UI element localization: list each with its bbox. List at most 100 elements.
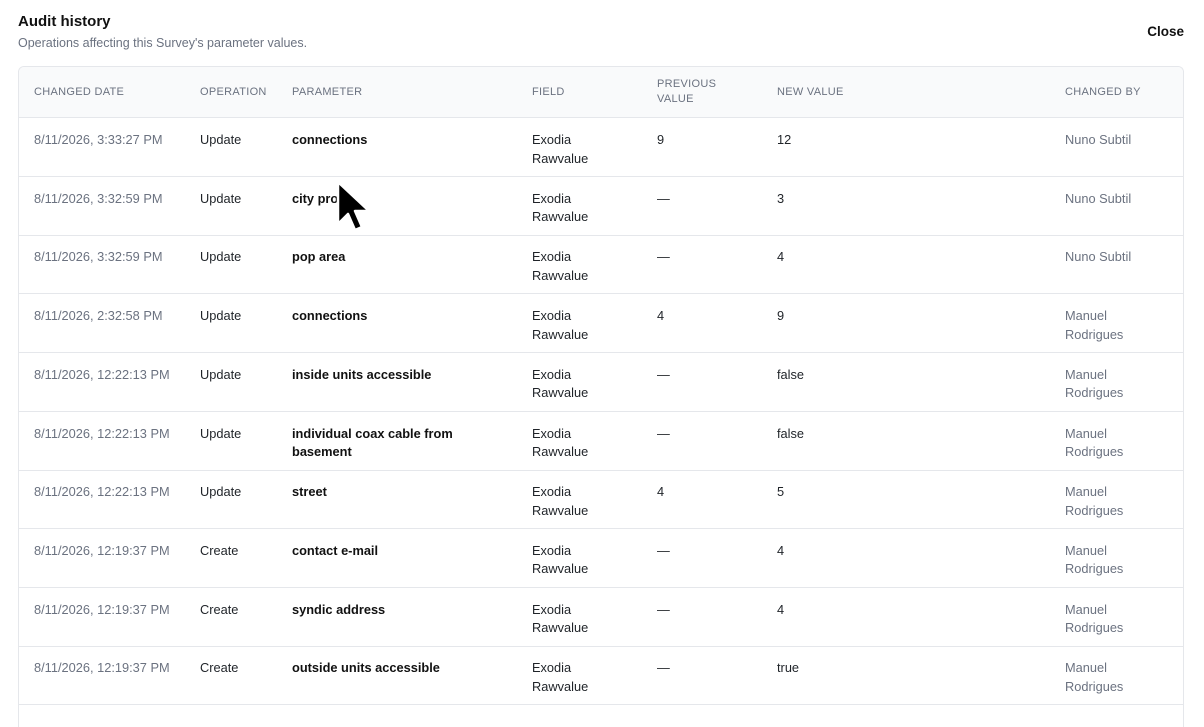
- header-operation[interactable]: OPERATION: [200, 85, 267, 100]
- cell-changed-by-text: Nuno Subtil: [1065, 190, 1132, 206]
- cell-new-value-text: 4: [777, 249, 785, 265]
- table-row[interactable]: 8/11/2026, 12:22:13 PM Update inside units…: [19, 353, 1183, 412]
- header-parameter[interactable]: PARAMETER: [292, 85, 362, 100]
- cell-parameter: inside units accessible: [292, 366, 492, 385]
- header-previous-value[interactable]: PREVIOUS VALUE: [657, 77, 716, 107]
- cell-parameter: street: [292, 483, 492, 502]
- cell-changed-by-text: Rodrigues: [1065, 678, 1124, 694]
- cell-field: Exodia Rawvalue: [532, 483, 632, 520]
- header-field[interactable]: FIELD: [532, 85, 565, 100]
- close-button[interactable]: Close: [1147, 22, 1184, 41]
- cell-operation-text: Update: [200, 425, 242, 441]
- cell-parameter: contact e-mail: [292, 542, 492, 561]
- cell-field-text: Exodia: [532, 425, 572, 441]
- cell-parameter-text: connections: [292, 132, 368, 147]
- cell-parameter-text: individual coax cable from basement: [292, 425, 453, 460]
- cell-changed-by-text: Manuel: [1065, 425, 1107, 441]
- cell-field: Exodia Rawvalue: [532, 131, 632, 168]
- cell-changed-by: Manuel Rodrigues: [1065, 601, 1175, 638]
- cell-operation-text: Create: [200, 660, 239, 676]
- cell-operation: Update: [200, 425, 280, 444]
- table-row[interactable]: 8/11/2026, 12:22:13 PM Update street Exodia…: [19, 470, 1183, 530]
- cell-operation: Create: [200, 601, 280, 620]
- cell-operation: Update: [200, 483, 280, 502]
- cell-changed-date: 8/11/2026, 12:19:37 PM: [34, 659, 194, 678]
- cell-field-text: Rawvalue: [532, 444, 589, 459]
- cell-changed-date-text: 8/11/2026, 12:19:37 PM: [34, 601, 170, 617]
- cell-changed-by: Nuno Subtil: [1065, 190, 1175, 209]
- cell-changed-by: Manuel Rodrigues: [1065, 425, 1175, 462]
- table-row[interactable]: 8/11/2026, 3:33:27 PM Update connections Ex…: [19, 118, 1183, 177]
- header-changed-by[interactable]: CHANGED BY: [1065, 85, 1141, 100]
- cell-changed-by: Manuel Rodrigues: [1065, 307, 1175, 344]
- cell-changed-by-text: Nuno Subtil: [1065, 249, 1132, 265]
- cell-operation-text: Create: [200, 601, 239, 617]
- cell-field-text: Rawvalue: [532, 385, 589, 401]
- cell-field-text: Rawvalue: [532, 326, 589, 342]
- cell-field: Exodia Rawvalue: [532, 425, 632, 462]
- cell-changed-by-text: Rodrigues: [1065, 385, 1124, 401]
- cell-parameter: individual coax cable from basement: [292, 425, 492, 462]
- cell-field-text: Rawvalue: [532, 502, 589, 518]
- cell-field: Exodia Rawvalue: [532, 307, 632, 344]
- cell-operation: Update: [200, 131, 280, 150]
- cell-changed-date: 8/11/2026, 3:32:59 PM: [34, 190, 194, 209]
- cell-previous-value: —: [657, 601, 757, 620]
- cell-field: Exodia Rawvalue: [532, 542, 632, 579]
- cell-operation: Update: [200, 190, 280, 209]
- cell-field-text: Exodia: [532, 190, 572, 206]
- cell-operation: Update: [200, 248, 280, 267]
- cell-field-text: Rawvalue: [532, 209, 589, 225]
- cell-changed-by-text: Rodrigues: [1065, 561, 1124, 577]
- cell-previous-value-text: —: [657, 425, 670, 441]
- cell-operation-text: Update: [200, 190, 242, 206]
- cell-parameter-text: contact e-mail: [292, 542, 379, 558]
- cell-changed-by-text: Manuel: [1065, 484, 1107, 500]
- cell-new-value: 3: [777, 190, 1037, 209]
- cell-changed-by: Nuno Subtil: [1065, 131, 1175, 150]
- cell-changed-by: Nuno Subtil: [1065, 248, 1175, 267]
- cell-parameter-text: inside units accessible: [292, 366, 432, 382]
- table-row[interactable]: 8/11/2026, 3:32:59 PM Update city pro Exodi…: [19, 177, 1183, 236]
- cell-parameter: city pro: [292, 190, 492, 209]
- cell-changed-by-text: Rodrigues: [1065, 326, 1124, 342]
- header-new-value[interactable]: NEW VALUE: [777, 85, 844, 100]
- cell-changed-by-text: Manuel: [1065, 660, 1107, 676]
- cell-changed-date-text: 8/11/2026, 3:32:59 PM: [34, 249, 163, 265]
- cell-field: Exodia Rawvalue: [532, 190, 632, 227]
- table-row[interactable]: 8/11/2026, 12:22:13 PM Update individual c…: [19, 412, 1183, 471]
- cell-changed-date: 8/11/2026, 3:32:59 PM: [34, 248, 194, 267]
- cell-changed-date-text: 8/11/2026, 12:22:13 PM: [34, 366, 170, 382]
- cell-field-text: Exodia: [532, 249, 572, 265]
- cell-field-text: Rawvalue: [532, 267, 589, 283]
- table-row[interactable]: 8/11/2026, 12:19:37 PM Create outside unit…: [19, 646, 1183, 706]
- cell-new-value-text: 9: [777, 308, 785, 324]
- cell-operation-text: Update: [200, 484, 242, 500]
- table-row[interactable]: 8/11/2026, 12:19:37 PM Create contact e-ma…: [19, 529, 1183, 588]
- cell-previous-value-text: —: [657, 601, 670, 617]
- cell-parameter: connections: [292, 131, 492, 150]
- cell-changed-by-text: Nuno Subtil: [1065, 132, 1132, 147]
- cell-field-text: Exodia: [532, 484, 572, 500]
- cell-changed-date: 8/11/2026, 12:19:37 PM: [34, 542, 194, 561]
- cell-previous-value-text: —: [657, 660, 670, 676]
- cell-new-value-text: 12: [777, 132, 792, 147]
- cell-operation-text: Update: [200, 366, 242, 382]
- cell-changed-by-text: Manuel: [1065, 366, 1107, 382]
- cell-changed-date-text: 8/11/2026, 12:22:13 PM: [34, 484, 170, 500]
- cell-changed-date-text: 8/11/2026, 3:33:27 PM: [34, 132, 163, 147]
- cell-new-value: 4: [777, 542, 1037, 561]
- dialog-title: Audit history: [18, 13, 111, 30]
- cell-operation-text: Update: [200, 132, 242, 147]
- table-row[interactable]: 8/11/2026, 12:19:37 PM Create syndic addre…: [19, 588, 1183, 647]
- table-row[interactable]: 8/11/2026, 3:32:59 PM Update pop area Exodi…: [19, 235, 1183, 295]
- cell-parameter-text: city pro: [292, 190, 339, 206]
- cell-field-text: Rawvalue: [532, 620, 589, 636]
- header-changed-date[interactable]: CHANGED DATE: [34, 85, 124, 100]
- cell-field-text: Exodia: [532, 308, 572, 324]
- table-row[interactable]: 8/11/2026, 2:32:58 PM Update connections Ex…: [19, 294, 1183, 354]
- cell-new-value: 4: [777, 248, 1037, 267]
- cell-previous-value-text: —: [657, 249, 670, 265]
- dialog-subtitle: Operations affecting this Survey's param…: [18, 36, 308, 50]
- cell-changed-date: 8/11/2026, 2:32:58 PM: [34, 307, 194, 326]
